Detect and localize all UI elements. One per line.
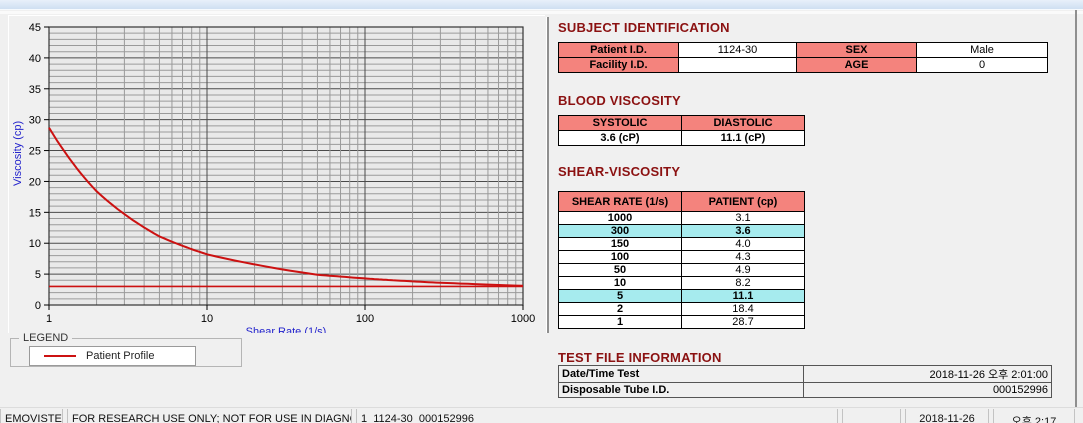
bv-header-row: SYSTOLIC DIASTOLIC [558, 115, 805, 131]
plot-background [49, 27, 523, 305]
test-file-information-heading: TEST FILE INFORMATION [558, 350, 722, 365]
status-time: 오후 2:17 [993, 409, 1075, 423]
x-tick-label: 1 [46, 313, 52, 325]
subject-value [678, 57, 797, 73]
y-tick-label: 15 [29, 207, 41, 219]
subject-value: Male [916, 42, 1048, 58]
blood-viscosity-heading: BLOOD VISCOSITY [558, 93, 681, 108]
shear-row[interactable]: 10 8.2 [558, 276, 805, 290]
shear-rate-cell: 2 [558, 302, 682, 316]
status-bar: EMOVISTER FOR RESEARCH USE ONLY; NOT FOR … [0, 407, 1083, 423]
shear-rate-cell: 300 [558, 224, 682, 238]
test-file-information-table: Date/Time Test 2018-11-26 오후 2:01:00 Dispo… [558, 365, 1052, 398]
y-tick-label: 35 [29, 84, 41, 96]
panel-divider [546, 17, 549, 333]
top-highlight-strip [0, 11, 1083, 14]
y-tick-label: 30 [29, 115, 41, 127]
patient-profile-line-swatch [44, 355, 76, 357]
tfi-row: Date/Time Test 2018-11-26 오후 2:01:00 [558, 365, 1052, 383]
shear-viscosity-table: SHEAR RATE (1/s) PATIENT (cp) 1000 3.1 300 3.… [558, 191, 805, 329]
subject-identification-heading: SUBJECT IDENTIFICATION [558, 20, 730, 35]
subject-label: Patient I.D. [558, 42, 679, 58]
tfi-label: Disposable Tube I.D. [558, 382, 804, 398]
shear-rate-cell: 10 [558, 276, 682, 290]
shear-patient-cell: 18.4 [681, 302, 805, 316]
window-right-border [1075, 10, 1077, 423]
y-tick-label: 0 [35, 300, 41, 312]
x-axis-title: Shear Rate (1/s) [246, 326, 327, 333]
shear-rate-cell: 5 [558, 289, 682, 303]
subject-value: 1124-30 [678, 42, 797, 58]
status-date: 2018-11-26 [905, 409, 989, 423]
shear-row[interactable]: 150 4.0 [558, 237, 805, 251]
subject-value: 0 [916, 57, 1048, 73]
tfi-label: Date/Time Test [558, 365, 804, 383]
shear-row[interactable]: 2 18.4 [558, 302, 805, 316]
bv-header-cell: DIASTOLIC [681, 115, 805, 131]
shear-rate-cell: 50 [558, 263, 682, 277]
shear-header-cell: PATIENT (cp) [681, 191, 805, 212]
legend-title: LEGEND [19, 332, 73, 344]
shear-rate-cell: 1000 [558, 211, 682, 225]
shear-patient-cell: 3.1 [681, 211, 805, 225]
viscosity-chart: 0 5 10 15 20 25 30 35 40 45 1 10 100 1000 Shear Rate (… [12, 22, 535, 338]
x-tick-label: 1000 [511, 313, 535, 325]
y-tick-label: 40 [29, 53, 41, 65]
tfi-row: Disposable Tube I.D. 000152996 [558, 382, 1052, 398]
bv-value-row: 3.6 (cP) 11.1 (cP) [558, 130, 805, 146]
bv-header-cell: SYSTOLIC [558, 115, 682, 131]
shear-row[interactable]: 300 3.6 [558, 224, 805, 238]
x-tick-label: 10 [201, 313, 213, 325]
shear-viscosity-heading: SHEAR-VISCOSITY [558, 164, 681, 179]
subject-label: AGE [796, 57, 917, 73]
shear-header-cell: SHEAR RATE (1/s) [558, 191, 682, 212]
x-tick-label: 100 [356, 313, 374, 325]
bv-value-cell: 11.1 (cP) [681, 130, 805, 146]
y-tick-label: 5 [35, 269, 41, 281]
subject-label: SEX [796, 42, 917, 58]
legend-entry: Patient Profile [29, 346, 196, 366]
shear-patient-cell: 11.1 [681, 289, 805, 303]
viscosity-chart-panel: 0 5 10 15 20 25 30 35 40 45 1 10 100 1000 Shear Rate (… [8, 15, 545, 338]
y-tick-label: 20 [29, 176, 41, 188]
subject-row: Facility I.D. AGE 0 [558, 57, 1048, 73]
status-spacer [842, 409, 901, 423]
shear-row[interactable]: 1000 3.1 [558, 211, 805, 225]
subject-identification-table: Patient I.D. 1124-30 SEX Male Facility I.D. A… [558, 42, 1048, 73]
shear-rate-cell: 150 [558, 237, 682, 251]
y-tick-label: 45 [29, 22, 41, 34]
shear-rate-cell: 1 [558, 315, 682, 329]
tfi-value: 2018-11-26 오후 2:01:00 [803, 365, 1052, 383]
app-name: EMOVISTER [0, 409, 63, 423]
shear-patient-cell: 4.9 [681, 263, 805, 277]
legend-item-label: Patient Profile [86, 350, 155, 362]
shear-patient-cell: 8.2 [681, 276, 805, 290]
shear-row[interactable]: 50 4.9 [558, 263, 805, 277]
blood-viscosity-table: SYSTOLIC DIASTOLIC 3.6 (cP) 11.1 (cP) [558, 115, 805, 146]
shear-patient-cell: 3.6 [681, 224, 805, 238]
window-top-bar [0, 0, 1083, 10]
shear-patient-cell: 4.3 [681, 250, 805, 264]
shear-row[interactable]: 5 11.1 [558, 289, 805, 303]
shear-patient-cell: 4.0 [681, 237, 805, 251]
bv-value-cell: 3.6 (cP) [558, 130, 682, 146]
shear-row[interactable]: 1 28.7 [558, 315, 805, 329]
shear-row[interactable]: 100 4.3 [558, 250, 805, 264]
legend-groupbox: LEGEND Patient Profile [10, 332, 242, 367]
shear-header-row: SHEAR RATE (1/s) PATIENT (cp) [558, 191, 805, 212]
y-tick-label: 10 [29, 238, 41, 250]
research-use-disclaimer: FOR RESEARCH USE ONLY; NOT FOR USE IN DI… [67, 409, 352, 423]
test-file-name: 1_1124-30_000152996 [356, 409, 838, 423]
subject-label: Facility I.D. [558, 57, 679, 73]
tfi-value: 000152996 [803, 382, 1052, 398]
shear-rate-cell: 100 [558, 250, 682, 264]
y-axis-title: Viscosity (cp) [12, 121, 24, 186]
shear-patient-cell: 28.7 [681, 315, 805, 329]
subject-row: Patient I.D. 1124-30 SEX Male [558, 42, 1048, 58]
y-tick-label: 25 [29, 146, 41, 158]
